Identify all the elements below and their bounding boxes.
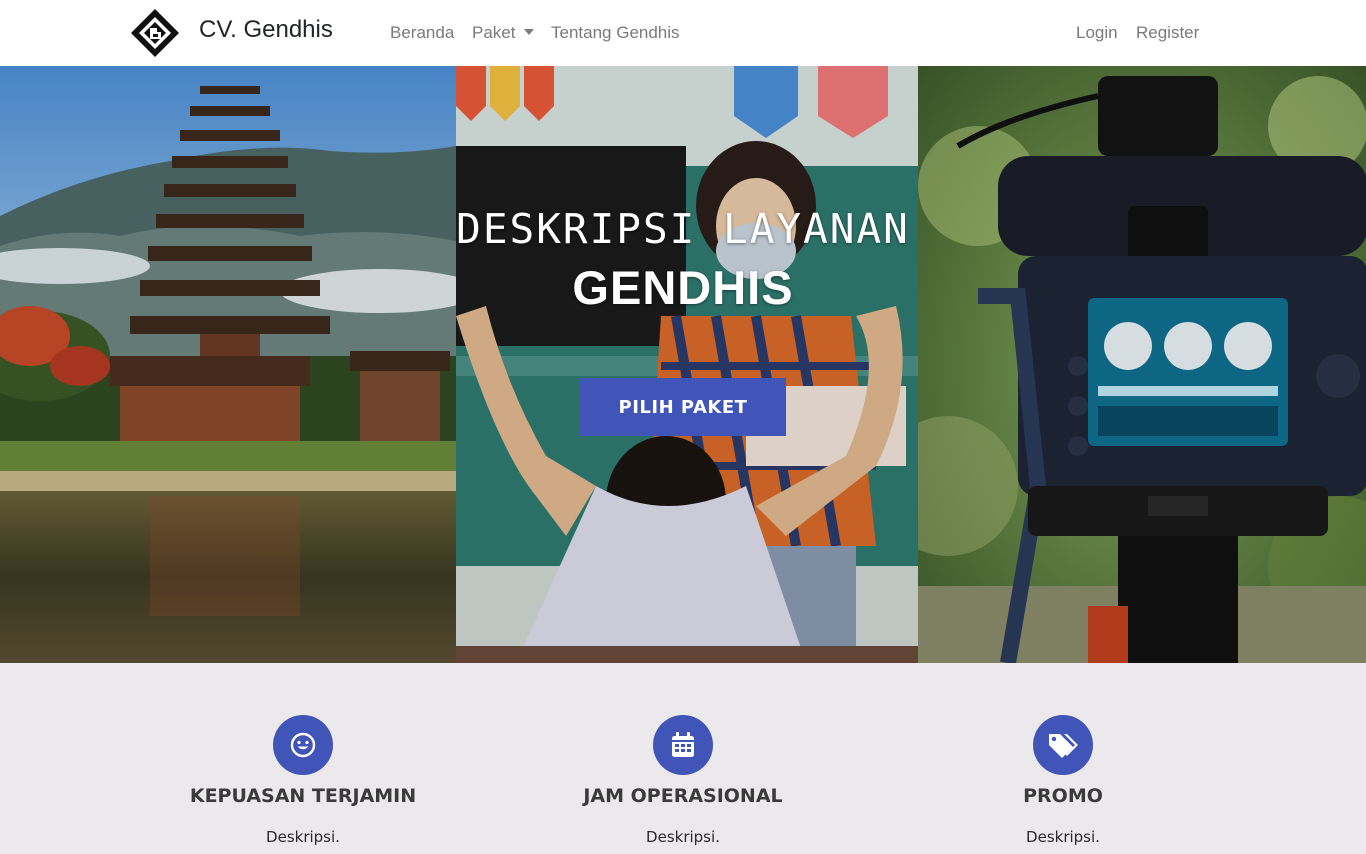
nav-dropdown-paket[interactable]: Paket [472, 23, 535, 43]
hero-overlay [0, 66, 1366, 663]
hero-banner: DESKRIPSI LAYANAN GENDHIS PILIH PAKET [0, 66, 1366, 663]
feature-promo: PROMO Deskripsi. [873, 663, 1253, 854]
nav-link-beranda[interactable]: Beranda [390, 23, 454, 43]
feature-description: Deskripsi. [1026, 828, 1100, 846]
feature-title: JAM OPERASIONAL [583, 785, 783, 807]
nav-link-register[interactable]: Register [1136, 23, 1199, 43]
smile-icon [273, 715, 333, 775]
nav-dropdown-paket-label: Paket [472, 23, 516, 42]
feature-kepuasan: KEPUASAN TERJAMIN Deskripsi. [113, 663, 493, 854]
feature-jam-operasional: JAM OPERASIONAL Deskripsi. [493, 663, 873, 854]
hero-title-line1: DESKRIPSI LAYANAN [456, 205, 910, 253]
brand-logo-icon[interactable] [130, 8, 180, 58]
feature-title: PROMO [1023, 785, 1103, 807]
nav-link-tentang[interactable]: Tentang Gendhis [551, 23, 680, 43]
caret-down-icon [524, 29, 535, 35]
feature-title: KEPUASAN TERJAMIN [189, 785, 417, 807]
tags-icon [1033, 715, 1093, 775]
calendar-icon [653, 715, 713, 775]
nav-link-login[interactable]: Login [1076, 23, 1118, 43]
feature-description: Deskripsi. [266, 828, 340, 846]
pilih-paket-button[interactable]: PILIH PAKET [580, 378, 786, 436]
brand-name[interactable]: CV. Gendhis [199, 16, 333, 44]
features-section: KEPUASAN TERJAMIN Deskripsi. JAM OPERASI… [0, 663, 1366, 854]
feature-description: Deskripsi. [646, 828, 720, 846]
top-navbar: CV. Gendhis Beranda Paket Tentang Gendhi… [0, 0, 1366, 66]
hero-title-line2: GENDHIS [572, 261, 794, 314]
